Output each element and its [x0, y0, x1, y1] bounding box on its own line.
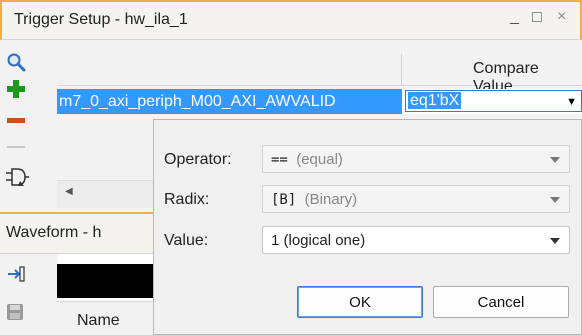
operator-desc: (equal) [296, 151, 343, 168]
waveform-toolbar [0, 254, 57, 335]
table-row[interactable]: m7_0_axi_periph_M00_AXI_AWVALID eq1'bX ▼ [57, 89, 582, 114]
compare-value-dropdown[interactable]: eq1'bX ▼ [405, 90, 582, 112]
window-title: Trigger Setup - hw_ila_1 [14, 11, 188, 28]
scroll-left-icon[interactable]: ◀ [65, 186, 73, 197]
column-divider[interactable] [401, 54, 402, 86]
radix-desc: (Binary) [304, 191, 358, 208]
chevron-down-icon[interactable] [550, 197, 560, 203]
maximize-button[interactable]: □ [532, 9, 542, 27]
add-icon[interactable] [6, 77, 46, 101]
ok-button[interactable]: OK [297, 286, 423, 318]
table-header: Compare Value [57, 54, 582, 95]
value-row: Value: 1 (logical one) [154, 226, 582, 256]
go-to-end-icon[interactable] [6, 262, 46, 286]
name-column-header[interactable]: Name [57, 301, 153, 335]
radix-code: [B] [271, 192, 297, 208]
probe-name-cell[interactable]: m7_0_axi_periph_M00_AXI_AWVALID [57, 89, 402, 114]
waveform-title[interactable]: Waveform - h [6, 224, 101, 242]
compare-value-text: eq1'bX [408, 92, 462, 109]
chevron-down-icon[interactable] [550, 157, 560, 163]
chevron-down-icon[interactable] [550, 238, 560, 244]
waveform-canvas[interactable] [57, 264, 153, 298]
compare-value-popup: Operator: == (equal) Radix: [B] (Binary)… [153, 119, 582, 335]
minimize-button[interactable]: _ [510, 8, 519, 26]
operator-row: Operator: == (equal) [154, 145, 582, 175]
name-header-label: Name [77, 312, 120, 329]
separator-icon [6, 135, 46, 159]
trigger-toolbar [0, 40, 57, 212]
chevron-down-icon[interactable]: ▼ [566, 92, 577, 112]
combine-gate-icon[interactable] [6, 165, 46, 189]
save-icon[interactable] [6, 300, 46, 324]
radix-select[interactable]: [B] (Binary) [262, 185, 570, 213]
horizontal-scrollbar[interactable]: ◀ [57, 180, 153, 208]
radix-row: Radix: [B] (Binary) [154, 185, 582, 215]
operator-label: Operator: [164, 151, 232, 168]
close-button[interactable]: × [557, 8, 566, 26]
operator-code: == [271, 152, 288, 168]
value-select[interactable]: 1 (logical one) [262, 226, 570, 254]
remove-icon[interactable] [6, 108, 46, 132]
radix-value: [B] (Binary) [271, 191, 357, 208]
operator-select[interactable]: == (equal) [262, 145, 570, 173]
operator-value: == (equal) [271, 151, 343, 168]
value-text: 1 (logical one) [271, 232, 366, 249]
window-titlebar: Trigger Setup - hw_ila_1 _ □ × [0, 0, 582, 40]
value-label: Value: [164, 232, 209, 249]
cancel-button[interactable]: Cancel [433, 286, 569, 318]
search-icon[interactable] [6, 50, 46, 74]
radix-label: Radix: [164, 191, 210, 208]
